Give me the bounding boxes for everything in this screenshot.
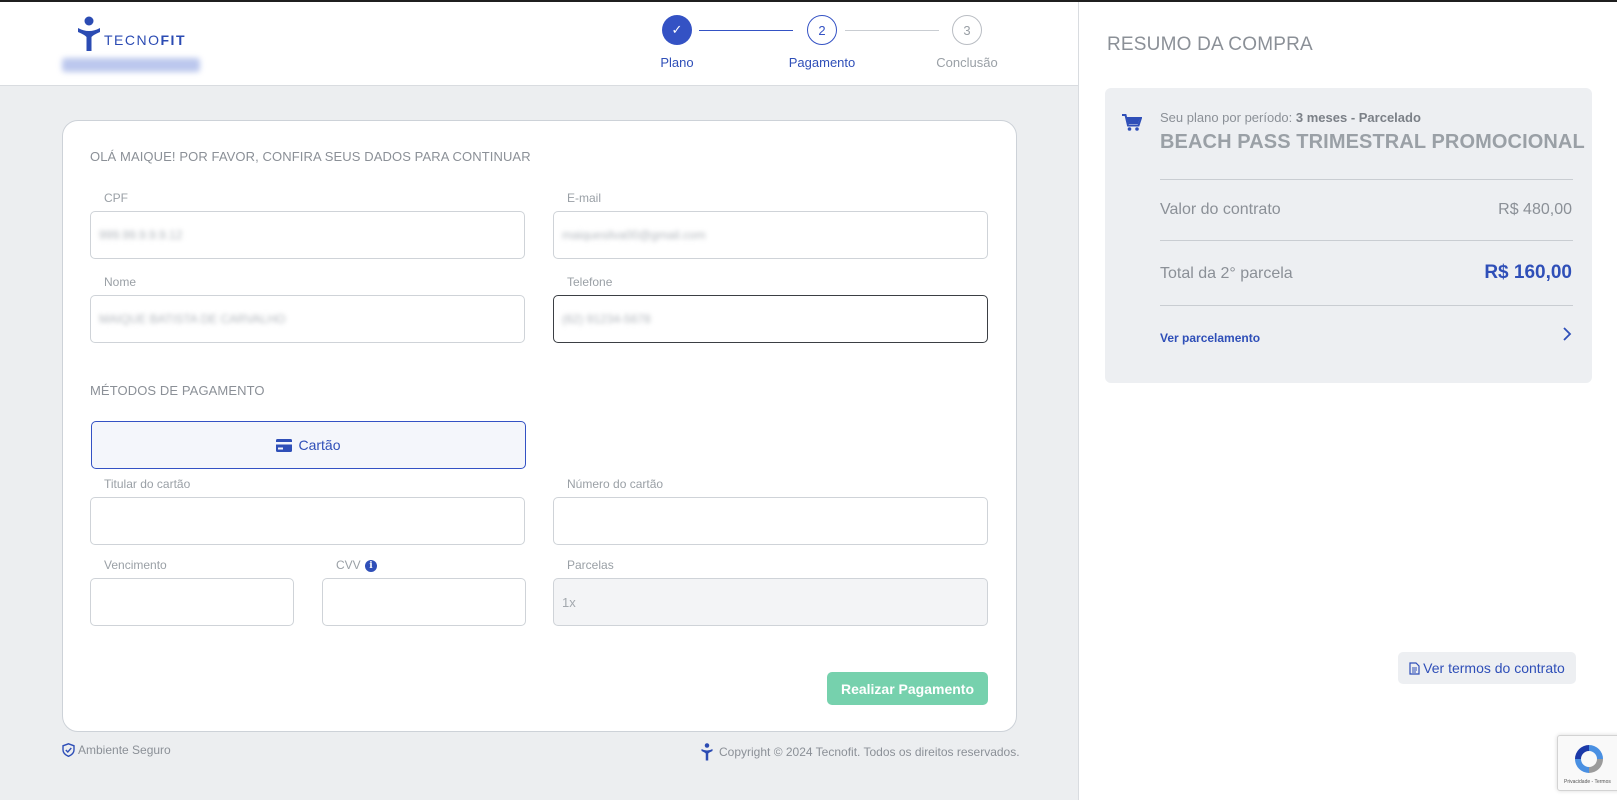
secure-environment-text: Ambiente Seguro bbox=[78, 743, 171, 757]
payment-method-card-label: Cartão bbox=[298, 437, 341, 453]
cvv-input[interactable] bbox=[322, 578, 526, 626]
numero-label: Número do cartão bbox=[567, 477, 664, 491]
ver-termos-button[interactable]: Ver termos do contrato bbox=[1398, 652, 1576, 684]
ver-termos-label: Ver termos do contrato bbox=[1423, 660, 1565, 676]
summary-title: RESUMO DA COMPRA bbox=[1107, 34, 1313, 55]
checkout-main: TECNOFIT ✓ Plano 2 Pagamento 3 Conclusão… bbox=[0, 2, 1078, 800]
summary-box: Seu plano por período: 3 meses - Parcela… bbox=[1105, 88, 1592, 383]
step-conclusao-circle: 3 bbox=[952, 15, 982, 45]
vencimento-label: Vencimento bbox=[104, 558, 167, 572]
cpf-field[interactable]: 999.99.9.9.9.12 bbox=[90, 211, 525, 259]
cvv-info-icon[interactable]: i bbox=[365, 560, 377, 572]
tecnofit-small-icon bbox=[701, 743, 713, 761]
document-icon bbox=[1409, 661, 1420, 675]
copyright-text: Copyright © 2024 Tecnofit. Todos os dire… bbox=[719, 745, 1020, 759]
summary-separator-2 bbox=[1160, 240, 1573, 241]
step-pagamento-circle[interactable]: 2 bbox=[807, 15, 837, 45]
tecnofit-logo[interactable]: TECNOFIT bbox=[76, 16, 186, 52]
contract-value: R$ 480,00 bbox=[1498, 201, 1572, 218]
checkout-stepper: ✓ Plano 2 Pagamento 3 Conclusão bbox=[660, 14, 1060, 74]
realizar-pagamento-button[interactable]: Realizar Pagamento bbox=[827, 672, 988, 705]
titular-label: Titular do cartão bbox=[104, 477, 191, 491]
telefone-field[interactable]: (62) 91234-5678 bbox=[553, 295, 988, 343]
step-connector-2 bbox=[845, 30, 939, 31]
installment-total-label: Total da 2° parcela bbox=[1160, 265, 1293, 282]
email-value-blurred: maiquesilva00@gmail.com bbox=[562, 228, 706, 242]
nome-value-blurred: MAIQUE BATISTA DE CARVALHO bbox=[99, 312, 286, 326]
telefone-label: Telefone bbox=[567, 275, 613, 289]
check-icon: ✓ bbox=[671, 22, 683, 37]
installments-select[interactable]: 1x bbox=[553, 578, 988, 626]
plan-period-line: Seu plano por período: 3 meses - Parcela… bbox=[1160, 110, 1421, 125]
expiry-input[interactable] bbox=[90, 578, 294, 626]
contract-value-label: Valor do contrato bbox=[1160, 201, 1281, 218]
payment-methods-title: MÉTODOS DE PAGAMENTO bbox=[90, 383, 265, 398]
summary-separator-1 bbox=[1160, 179, 1573, 180]
email-field[interactable]: maiquesilva00@gmail.com bbox=[553, 211, 988, 259]
telefone-value-blurred: (62) 91234-5678 bbox=[562, 312, 651, 326]
cpf-value-blurred: 999.99.9.9.9.12 bbox=[99, 228, 183, 242]
shield-check-icon bbox=[62, 743, 75, 757]
recaptcha-text: Privacidade - Termos bbox=[1564, 779, 1611, 785]
parcelas-label: Parcelas bbox=[567, 558, 614, 572]
plan-period-value: 3 meses - Parcelado bbox=[1295, 110, 1421, 125]
copyright: Copyright © 2024 Tecnofit. Todos os dire… bbox=[700, 743, 1020, 761]
recaptcha-icon bbox=[1575, 745, 1603, 773]
summary-separator-3 bbox=[1160, 305, 1573, 306]
header: TECNOFIT ✓ Plano 2 Pagamento 3 Conclusão bbox=[0, 2, 1078, 86]
plan-period-prefix: Seu plano por período: bbox=[1160, 110, 1296, 125]
step-conclusao-label: Conclusão bbox=[936, 55, 998, 70]
credit-card-icon bbox=[276, 438, 293, 452]
step-pagamento-label: Pagamento bbox=[788, 55, 856, 70]
cart-icon bbox=[1122, 114, 1142, 131]
installment-total-value: R$ 160,00 bbox=[1484, 262, 1572, 283]
ver-parcelamento-link[interactable]: Ver parcelamento bbox=[1160, 331, 1260, 345]
step-plano-label: Plano bbox=[660, 55, 694, 70]
recaptcha-badge[interactable]: Privacidade - Termos bbox=[1557, 735, 1617, 791]
email-label: E-mail bbox=[567, 191, 602, 205]
secure-environment: Ambiente Seguro bbox=[62, 743, 171, 757]
step-conclusao-number: 3 bbox=[963, 22, 971, 38]
titular-input[interactable] bbox=[90, 497, 525, 545]
plan-name: BEACH PASS TRIMESTRAL PROMOCIONAL bbox=[1160, 131, 1585, 153]
chevron-right-icon[interactable] bbox=[1562, 326, 1572, 342]
gym-name-blurred bbox=[62, 58, 200, 72]
step-plano-circle[interactable]: ✓ bbox=[662, 15, 692, 45]
cpf-label: CPF bbox=[104, 191, 128, 205]
installments-value: 1x bbox=[562, 594, 576, 610]
payment-method-card-button[interactable]: Cartão bbox=[91, 421, 526, 469]
checkout-form-card: OLÁ MAIQUE! POR FAVOR, CONFIRA SEUS DADO… bbox=[62, 120, 1017, 732]
nome-label: Nome bbox=[104, 275, 137, 289]
card-number-input[interactable] bbox=[553, 497, 988, 545]
cvv-label: CVV bbox=[336, 558, 361, 572]
step-pagamento-number: 2 bbox=[818, 22, 826, 38]
nome-field[interactable]: MAIQUE BATISTA DE CARVALHO bbox=[90, 295, 525, 343]
tecnofit-logo-icon bbox=[78, 16, 100, 51]
step-connector-1 bbox=[699, 30, 793, 31]
logo-wordmark: TECNOFIT bbox=[104, 32, 186, 48]
purchase-summary-panel: RESUMO DA COMPRA Seu plano por período: … bbox=[1079, 2, 1617, 800]
greeting-title: OLÁ MAIQUE! POR FAVOR, CONFIRA SEUS DADO… bbox=[90, 149, 531, 164]
